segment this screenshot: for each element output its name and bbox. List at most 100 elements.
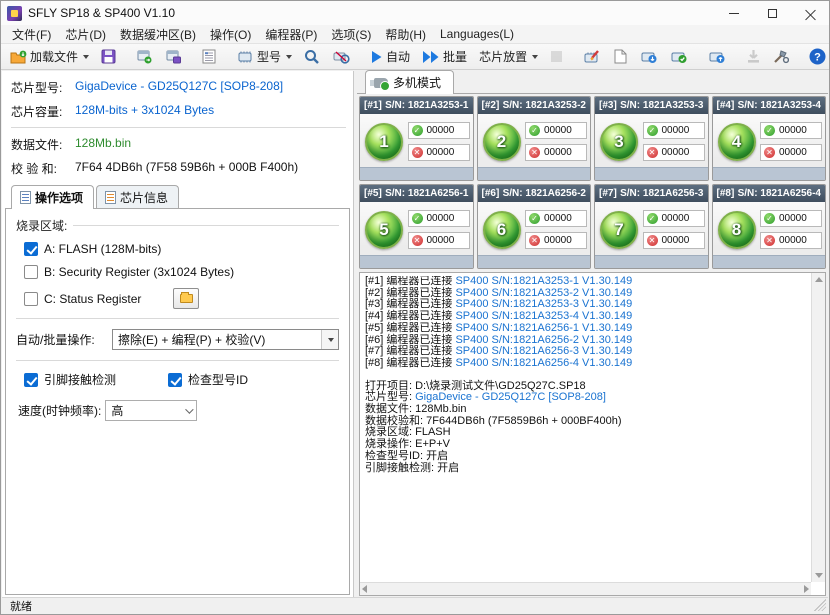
device-number-badge: 2 — [483, 123, 521, 161]
read-chip-button[interactable] — [703, 46, 731, 68]
tools-icon — [773, 49, 789, 64]
speed-combobox[interactable]: 高 — [105, 400, 197, 421]
device-sn: S/N: 1821A6256-2 — [503, 188, 586, 199]
buffer-edit-button[interactable] — [197, 46, 221, 68]
region-status-row: C: Status Register — [24, 288, 339, 309]
device-id: [#8] — [717, 188, 735, 199]
device-card-5: [#5]S/N: 1821A6256-1 5 ✓00000 ✕00000 — [359, 184, 474, 269]
chip-information-tab-icon — [105, 191, 116, 204]
menu-programmer[interactable]: 编程器(P) — [258, 24, 324, 45]
save-file-button[interactable] — [96, 46, 121, 68]
chip-model-button[interactable]: 型号 — [231, 46, 297, 68]
multi-machine-tab-label: 多机模式 — [393, 74, 441, 91]
device-number-badge: 4 — [718, 123, 756, 161]
burn-region-group-label: 烧录区域: — [16, 217, 67, 234]
menu-chip[interactable]: 芯片(D) — [58, 24, 113, 45]
device-sn: S/N: 1821A3253-1 — [385, 100, 468, 111]
auto-op-row: 自动/批量操作: 擦除(E) + 编程(P) + 校验(V) — [16, 329, 339, 350]
device-card-8: [#8]S/N: 1821A6256-4 8 ✓00000 ✕00000 — [712, 184, 827, 269]
program-chip-button[interactable] — [635, 46, 663, 68]
title-bar: SFLY SP18 & SP400 V1.10 — [1, 1, 829, 25]
device-sn: S/N: 1821A3253-2 — [503, 100, 586, 111]
group-divider — [73, 225, 339, 226]
device-card-7: [#7]S/N: 1821A6256-3 7 ✓00000 ✕00000 — [594, 184, 709, 269]
chip-information-tab-label: 芯片信息 — [120, 189, 168, 206]
load-file-button[interactable]: 加载文件 — [5, 46, 94, 68]
search-chip-button[interactable] — [299, 46, 325, 68]
download-project-button[interactable] — [741, 46, 766, 68]
help-button[interactable]: ? — [804, 46, 830, 68]
device-number-badge: 6 — [483, 211, 521, 249]
fail-counter: ✕00000 — [643, 144, 705, 161]
tab-chip-information[interactable]: 芯片信息 — [96, 185, 179, 209]
menu-file[interactable]: 文件(F) — [5, 24, 58, 45]
svg-text:?: ? — [814, 52, 821, 64]
menu-options[interactable]: 选项(S) — [324, 24, 378, 45]
verify-chip-button[interactable] — [665, 46, 693, 68]
auto-op-dropdown-icon — [321, 330, 338, 349]
menu-buffer[interactable]: 数据缓冲区(B) — [113, 24, 203, 45]
region-security-label: B: Security Register (3x1024 Bytes) — [44, 265, 234, 279]
auto-op-combobox[interactable]: 擦除(E) + 编程(P) + 校验(V) — [112, 329, 339, 350]
device-number-badge: 1 — [365, 123, 403, 161]
minimize-button[interactable] — [715, 1, 753, 25]
maximize-button[interactable] — [753, 1, 791, 25]
success-counter: ✓00000 — [760, 122, 822, 139]
open-project-icon — [136, 49, 153, 64]
fail-counter: ✕00000 — [525, 144, 587, 161]
checksum-field-label: 校 验 和: — [11, 160, 75, 177]
log-vertical-scrollbar[interactable] — [811, 273, 825, 582]
detect-options-row: 引脚接触检测 检查型号ID — [24, 371, 339, 388]
status-register-settings-button[interactable] — [173, 288, 199, 309]
device-progress-strip — [360, 255, 473, 268]
erase-chip-button[interactable] — [578, 46, 606, 68]
program-icon — [640, 49, 658, 64]
chip-model-dropdown-icon — [286, 55, 292, 59]
device-id: [#1] — [364, 100, 382, 111]
check-id-label: 检查型号ID — [188, 371, 248, 388]
device-card-6: [#6]S/N: 1821A6256-2 6 ✓00000 ✕00000 — [477, 184, 592, 269]
app-window: SFLY SP18 & SP400 V1.10 文件(F) 芯片(D) 数据缓冲… — [0, 0, 830, 615]
chip-place-button[interactable]: 芯片放置 — [474, 46, 543, 68]
region-flash-checkbox[interactable] — [24, 242, 38, 256]
auto-run-button[interactable]: 自动 — [365, 46, 415, 68]
tab-multi-machine-mode[interactable]: 多机模式 — [365, 70, 454, 94]
buffer-icon — [202, 49, 216, 64]
tab-operation-options[interactable]: 操作选项 — [11, 185, 94, 209]
device-number-badge: 8 — [718, 211, 756, 249]
check-id-checkbox[interactable] — [168, 373, 182, 387]
open-project-button[interactable] — [131, 46, 158, 68]
batch-run-button[interactable]: 批量 — [417, 46, 472, 68]
region-flash-label: A: FLASH (128M-bits) — [44, 242, 161, 256]
device-card-2: [#2]S/N: 1821A3253-2 2 ✓00000 ✕00000 — [477, 96, 592, 181]
auto-op-value: 擦除(E) + 编程(P) + 校验(V) — [118, 331, 265, 348]
log-horizontal-scrollbar[interactable] — [360, 582, 811, 595]
chip-replace-button[interactable] — [327, 46, 355, 68]
device-number-badge: 5 — [365, 211, 403, 249]
save-project-button[interactable] — [160, 46, 187, 68]
success-icon: ✓ — [412, 213, 423, 224]
region-security-checkbox[interactable] — [24, 265, 38, 279]
success-counter: ✓00000 — [525, 122, 587, 139]
chip-place-label: 芯片放置 — [479, 48, 527, 65]
menu-help[interactable]: 帮助(H) — [378, 24, 433, 45]
success-icon: ✓ — [529, 213, 540, 224]
menu-languages[interactable]: Languages(L) — [433, 25, 521, 43]
app-icon — [7, 6, 22, 21]
menu-operation[interactable]: 操作(O) — [203, 24, 258, 45]
stop-button[interactable] — [545, 46, 568, 68]
pin-contact-checkbox[interactable] — [24, 373, 38, 387]
device-progress-strip — [478, 167, 591, 180]
tools-button[interactable] — [768, 46, 794, 68]
log-area[interactable]: [#1] 编程器已连接 SP400 S/N:1821A3253-1 V1.30.… — [359, 272, 826, 596]
stop-icon — [550, 50, 563, 63]
device-progress-strip — [595, 255, 708, 268]
info-divider — [11, 127, 346, 128]
play-icon — [370, 50, 383, 64]
close-button[interactable] — [791, 1, 829, 25]
resize-grip-icon[interactable] — [814, 599, 826, 611]
region-status-checkbox[interactable] — [24, 292, 38, 306]
device-card-4: [#4]S/N: 1821A3253-4 4 ✓00000 ✕00000 — [712, 96, 827, 181]
blank-check-button[interactable] — [608, 46, 633, 68]
operation-options-panel: 烧录区域: A: FLASH (128M-bits) B: Security R… — [5, 208, 350, 595]
